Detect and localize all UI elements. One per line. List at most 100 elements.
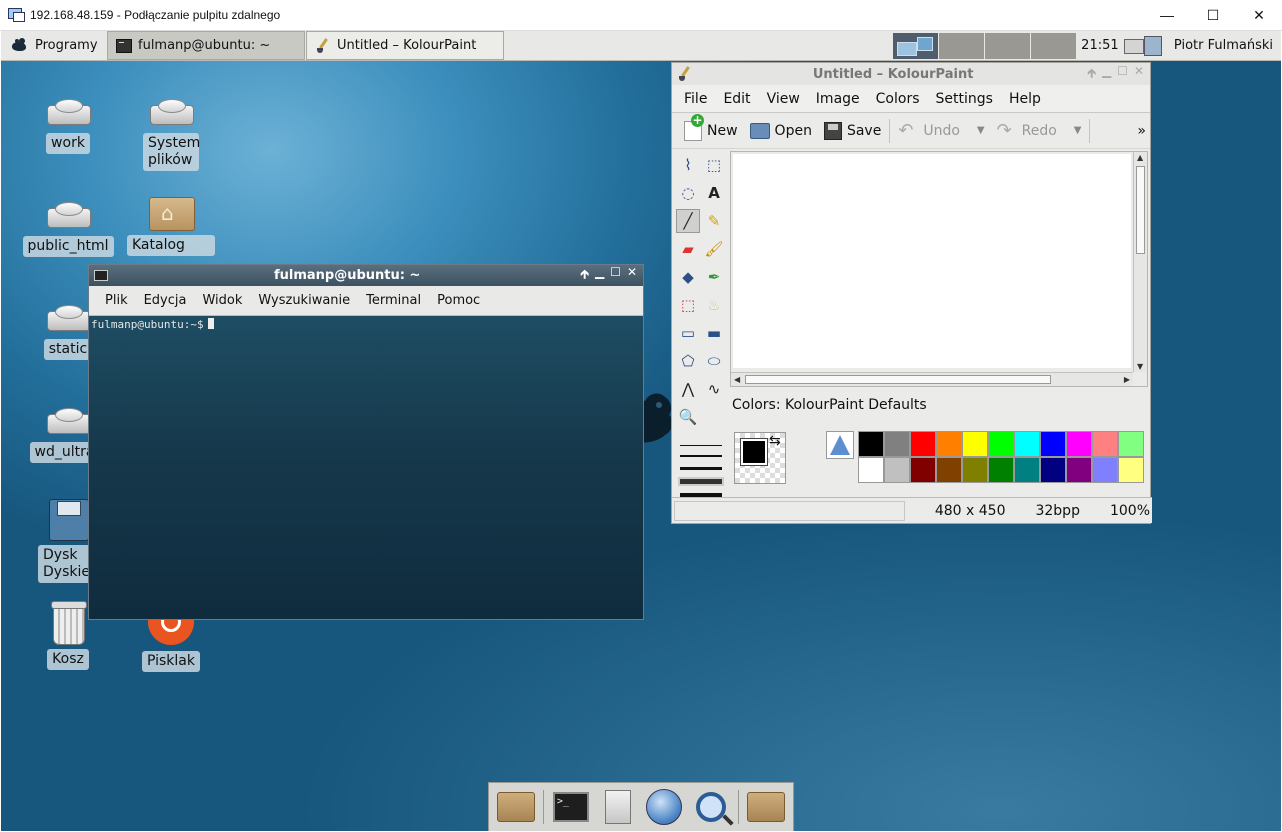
menu-file[interactable]: File <box>676 91 715 107</box>
palette-swatch[interactable] <box>988 431 1014 457</box>
terminal-shade-button[interactable]: 🡱 <box>580 265 589 286</box>
zoom-icon[interactable]: 🔍 <box>676 405 700 429</box>
redo-button[interactable]: ↷ Redo ▼ <box>991 117 1088 145</box>
palette-swatch[interactable] <box>910 431 936 457</box>
menu-edycja[interactable]: Edycja <box>136 293 195 308</box>
dock-folder[interactable] <box>746 787 786 827</box>
undo-button[interactable]: ↶ Undo ▼ <box>892 117 990 145</box>
menu-widok[interactable]: Widok <box>194 293 250 308</box>
user-menu-button[interactable]: Piotr Fulmański <box>1166 31 1281 60</box>
palette-swatch[interactable] <box>910 457 936 483</box>
rounded-rectangle-icon[interactable]: ▭ <box>676 321 700 345</box>
kolourpaint-minimize-button[interactable]: ▁ <box>1102 64 1111 85</box>
desktop-icon-home-folder[interactable]: Katalog <box>127 189 215 256</box>
palette-swatch[interactable] <box>936 431 962 457</box>
taskbar-item-terminal[interactable]: fulmanp@ubuntu: ~ <box>107 31 305 60</box>
applications-menu-button[interactable]: Programy <box>1 31 107 60</box>
terminal-maximize-button[interactable]: ☐ <box>610 265 621 286</box>
scroll-left-icon[interactable]: ◀ <box>734 375 740 384</box>
foreground-background-colors[interactable]: ⇆ <box>734 432 786 484</box>
foreground-color[interactable] <box>740 438 768 466</box>
palette-swatch[interactable] <box>1118 457 1144 483</box>
pencil-icon[interactable]: ✎ <box>702 209 726 233</box>
palette-swatch[interactable] <box>962 431 988 457</box>
palette-swatch[interactable] <box>884 431 910 457</box>
menu-settings[interactable]: Settings <box>928 91 1001 107</box>
scroll-down-icon[interactable]: ▼ <box>1137 362 1143 371</box>
palette-swatch[interactable] <box>858 431 884 457</box>
palette-swatch[interactable] <box>1066 431 1092 457</box>
spraycan-icon[interactable]: ♨ <box>702 293 726 317</box>
palette-swatch[interactable] <box>936 457 962 483</box>
line-width-2[interactable] <box>680 455 722 457</box>
vertical-scrollbar[interactable]: ▲ ▼ <box>1133 152 1147 372</box>
palette-swatch[interactable] <box>858 457 884 483</box>
line-tool-icon[interactable]: ╱ <box>676 209 700 233</box>
palette-swatch[interactable] <box>1040 457 1066 483</box>
menu-plik[interactable]: Plik <box>97 293 136 308</box>
menu-colors[interactable]: Colors <box>868 91 928 107</box>
toolbar-overflow-button[interactable]: » <box>1131 117 1150 145</box>
vertical-scroll-thumb[interactable] <box>1136 166 1145 254</box>
network-icon[interactable] <box>1122 33 1166 59</box>
flood-fill-icon[interactable]: ◆ <box>676 265 700 289</box>
workspace-1[interactable] <box>892 32 938 59</box>
palette-swatch[interactable] <box>884 457 910 483</box>
line-width-selector[interactable] <box>678 441 724 501</box>
dock-file-manager[interactable] <box>496 787 536 827</box>
kolourpaint-close-button[interactable]: ✕ <box>1134 64 1144 85</box>
rdp-close-button[interactable]: ✕ <box>1236 0 1282 30</box>
workspace-3[interactable] <box>984 32 1030 59</box>
dock-file-cabinet[interactable] <box>598 787 638 827</box>
rdp-maximize-button[interactable]: ☐ <box>1190 0 1236 30</box>
taskbar-item-kolourpaint[interactable]: Untitled – KolourPaint <box>306 31 504 60</box>
eraser-icon[interactable]: ▰ <box>676 237 700 261</box>
undo-dropdown-icon[interactable]: ▼ <box>977 125 985 136</box>
transparency-toggle[interactable] <box>826 431 854 459</box>
connected-lines-icon[interactable]: ⋀ <box>676 377 700 401</box>
palette-swatch[interactable] <box>1066 457 1092 483</box>
palette-swatch[interactable] <box>1118 431 1144 457</box>
line-width-3[interactable] <box>680 467 722 470</box>
free-form-select-icon[interactable]: ⌇ <box>676 153 700 177</box>
workspace-2[interactable] <box>938 32 984 59</box>
open-button[interactable]: Open <box>744 117 818 145</box>
polygon-icon[interactable]: ⬠ <box>676 349 700 373</box>
kolourpaint-maximize-button[interactable]: ☐ <box>1117 64 1128 85</box>
line-width-1[interactable] <box>680 445 722 446</box>
dock-web-browser[interactable] <box>644 787 684 827</box>
dock-search[interactable] <box>691 787 731 827</box>
horizontal-scroll-thumb[interactable] <box>745 375 1051 384</box>
terminal-output[interactable]: fulmanp@ubuntu:~$ <box>89 316 643 619</box>
palette-swatch[interactable] <box>1014 457 1040 483</box>
scroll-up-icon[interactable]: ▲ <box>1137 153 1143 162</box>
curve-icon[interactable]: ∿ <box>702 377 726 401</box>
menu-wyszukiwanie[interactable]: Wyszukiwanie <box>250 293 358 308</box>
dock-terminal[interactable]: >_ <box>551 787 591 827</box>
terminal-window[interactable]: fulmanp@ubuntu: ~ 🡱 ▁ ☐ ✕ Plik Edycja Wi… <box>88 264 644 620</box>
palette-swatch[interactable] <box>1092 431 1118 457</box>
save-button[interactable]: Save <box>818 117 887 145</box>
menu-edit[interactable]: Edit <box>715 91 758 107</box>
text-tool-icon[interactable]: A <box>702 181 726 205</box>
rectangle-icon[interactable]: ▬ <box>702 321 726 345</box>
clock[interactable]: 21:51 <box>1078 31 1122 60</box>
kolourpaint-titlebar[interactable]: Untitled – KolourPaint 🡱 ▁ ☐ ✕ <box>672 63 1150 85</box>
palette-swatch[interactable] <box>988 457 1014 483</box>
menu-terminal[interactable]: Terminal <box>358 293 429 308</box>
horizontal-scrollbar[interactable]: ◀ ▶ <box>731 372 1133 386</box>
brush-icon[interactable]: 🖌 <box>702 237 726 261</box>
new-button[interactable]: New <box>678 113 744 145</box>
menu-image[interactable]: Image <box>808 91 868 107</box>
terminal-close-button[interactable]: ✕ <box>627 265 637 286</box>
menu-pomoc[interactable]: Pomoc <box>429 293 488 308</box>
palette-swatch[interactable] <box>1092 457 1118 483</box>
redo-dropdown-icon[interactable]: ▼ <box>1074 125 1082 136</box>
kolourpaint-window[interactable]: Untitled – KolourPaint 🡱 ▁ ☐ ✕ File Edit… <box>671 62 1152 524</box>
terminal-titlebar[interactable]: fulmanp@ubuntu: ~ 🡱 ▁ ☐ ✕ <box>89 265 643 286</box>
menu-help[interactable]: Help <box>1001 91 1049 107</box>
ellipse-icon[interactable]: ⬭ <box>702 349 726 373</box>
desktop-icon-work[interactable]: work <box>24 89 112 154</box>
swap-colors-icon[interactable]: ⇆ <box>769 433 781 449</box>
palette-swatch[interactable] <box>1014 431 1040 457</box>
